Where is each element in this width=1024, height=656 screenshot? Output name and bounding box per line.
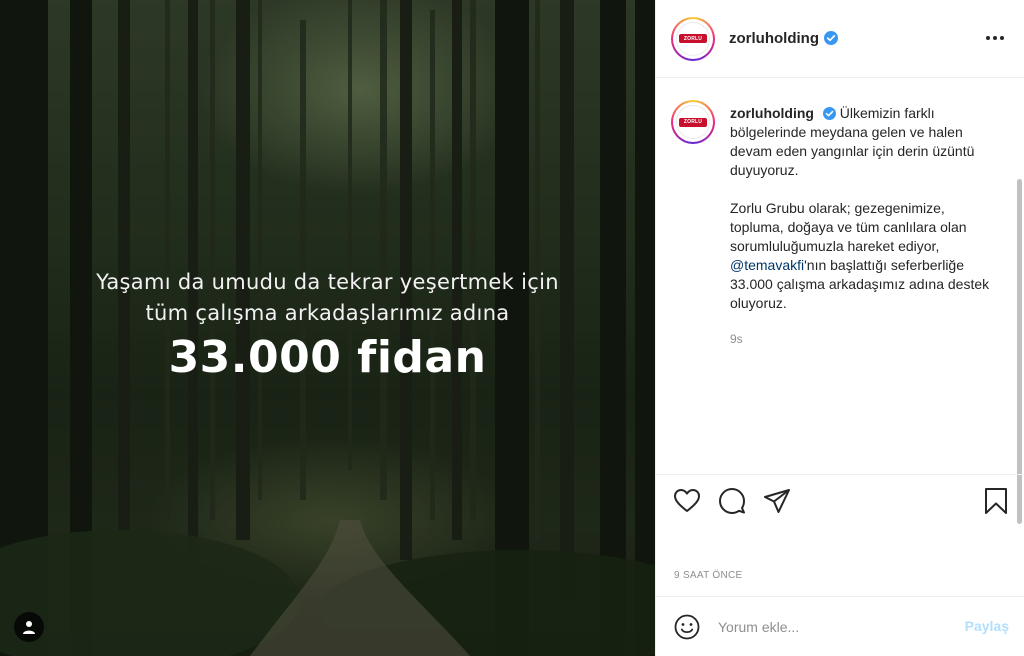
caption-text: zorluholding Ülkemizin farklı bölgelerin… [730,104,1000,313]
more-horizontal-icon [986,36,1004,40]
emoji-button[interactable] [672,612,702,642]
comment-icon [719,488,745,514]
comment-button[interactable] [717,486,747,516]
action-bar [656,474,1024,564]
paper-plane-icon [764,489,790,513]
caption-paragraph-2: Zorlu Grubu olarak; gezegenimize, toplum… [730,199,1000,313]
post-date[interactable]: 9 SAAT ÖNCE [674,570,743,581]
comment-input[interactable] [718,614,944,639]
header-username[interactable]: zorluholding [729,30,838,47]
user-icon [23,621,35,634]
verified-badge-icon [823,31,838,45]
image-shade [0,0,655,656]
avatar[interactable]: ZORLU [671,16,715,61]
mention-link[interactable]: @temavakfi [730,257,804,273]
overlay-headline: 33.000 fidan [168,332,487,383]
post-header: ZORLU zorluholding [656,0,1024,78]
bookmark-icon [985,488,1007,514]
verified-badge-icon [822,107,836,120]
comment-bar: Paylaş [656,596,1024,656]
caption-area: ZORLU zorluholding Ülkemizin farklı bölg… [656,79,1024,524]
zorlu-logo-small: ZORLU [676,105,710,139]
caption-timestamp[interactable]: 9s [730,332,743,346]
post-side-panel: ZORLU zorluholding ZORLU zorluholding Ül… [655,0,1024,656]
caption-username[interactable]: zorluholding [730,105,814,121]
post-image[interactable]: Yaşamı da umudu da tekrar yeşertmek için… [0,0,655,656]
zorlu-logo: ZORLU [676,21,710,56]
caption-avatar[interactable]: ZORLU [671,100,715,144]
post-comment-button[interactable]: Paylaş [965,618,1009,634]
heart-icon [674,489,700,512]
emoji-icon [674,614,700,639]
overlay-text-line-2: tüm çalışma arkadaşlarımız adına [145,301,510,325]
overlay-text-line-1: Yaşamı da umudu da tekrar yeşertmek için [96,270,559,294]
share-button[interactable] [762,486,792,516]
more-options-button[interactable] [983,26,1007,50]
tagged-users-button[interactable] [14,612,44,642]
username-text[interactable]: zorluholding [729,30,819,47]
like-button[interactable] [672,486,702,516]
caption-paragraph-2-start: Zorlu Grubu olarak; gezegenimize, toplum… [730,200,967,254]
save-button[interactable] [981,486,1011,516]
scrollbar[interactable] [1017,179,1022,524]
